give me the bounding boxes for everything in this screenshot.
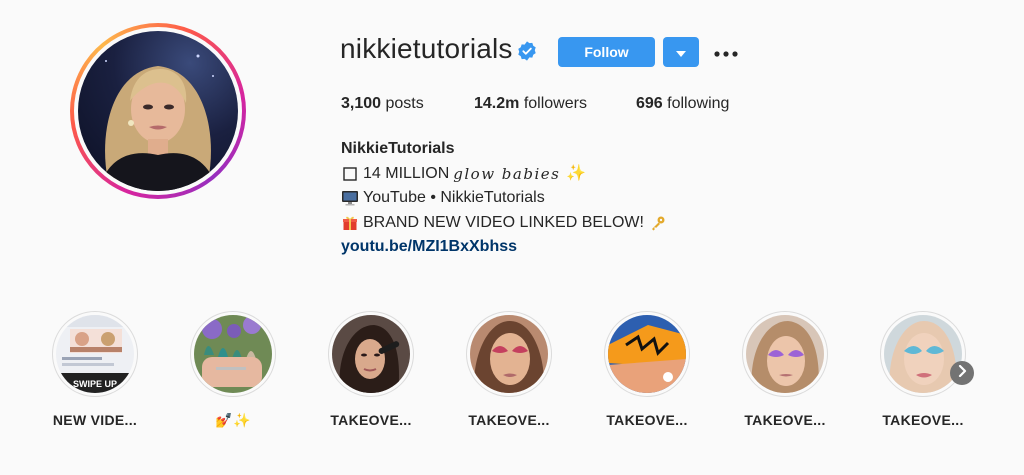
- triangle-down-icon: [676, 45, 686, 60]
- chevron-right-icon: [957, 364, 967, 382]
- profile-page: nikkietutorials Follow 3,100 posts 14.2m: [0, 0, 1024, 475]
- bio-line-2-text: YouTube • NikkieTutorials: [363, 189, 545, 206]
- bio-line-3: BRAND NEW VIDEO LINKED BELOW!: [341, 211, 671, 236]
- bio-external-link[interactable]: youtu.be/MZI1BxXbhss: [341, 238, 517, 255]
- following-label: following: [667, 95, 730, 112]
- highlight-label: TAKEOVE...: [606, 412, 688, 428]
- following-link[interactable]: 696 following: [636, 95, 729, 113]
- suggested-accounts-button[interactable]: [663, 37, 699, 67]
- posts-count: 3,100 posts: [341, 95, 424, 113]
- follow-button[interactable]: Follow: [558, 37, 655, 67]
- highlight-cover: [194, 315, 272, 393]
- highlight-cover: [470, 315, 548, 393]
- highlight-label: TAKEOVE...: [744, 412, 826, 428]
- more-options-button[interactable]: [710, 38, 742, 66]
- highlight-item[interactable]: SWIPE UP NEW VIDE...: [40, 311, 150, 428]
- ellipsis-icon: [714, 45, 738, 60]
- highlights-next-button[interactable]: [950, 361, 974, 385]
- highlight-item[interactable]: TAKEOVE...: [454, 311, 564, 428]
- verified-badge-icon: [516, 40, 538, 62]
- profile-avatar[interactable]: [70, 23, 246, 199]
- sparkles-icon: ✨: [566, 164, 587, 182]
- display-name: NikkieTutorials: [341, 140, 455, 157]
- highlight-cover: [746, 315, 824, 393]
- highlight-label: TAKEOVE...: [882, 412, 964, 428]
- username: nikkietutorials: [340, 33, 513, 64]
- highlight-item[interactable]: TAKEOVE...: [592, 311, 702, 428]
- bio-line-1-styled: glow babies: [453, 164, 561, 183]
- highlight-cover: [332, 315, 410, 393]
- profile-bio: NikkieTutorials 14 MILLION glow babies ✨…: [341, 137, 671, 260]
- highlight-item[interactable]: TAKEOVE...: [316, 311, 426, 428]
- key-icon: [649, 214, 667, 232]
- bio-line-1: 14 MILLION glow babies ✨: [341, 162, 671, 187]
- bio-line-3-text: BRAND NEW VIDEO LINKED BELOW!: [363, 213, 644, 231]
- bio-line-2: YouTube • NikkieTutorials: [341, 186, 671, 211]
- highlight-label: TAKEOVE...: [330, 412, 412, 428]
- highlight-item[interactable]: TAKEOVE...: [730, 311, 840, 428]
- desktop-computer-icon: [341, 189, 359, 207]
- bio-line-1-text: 14 MILLION: [363, 164, 450, 182]
- followers-link[interactable]: 14.2m followers: [474, 95, 587, 113]
- highlight-label: 💅✨: [215, 412, 251, 428]
- svg-text:SWIPE UP: SWIPE UP: [73, 379, 117, 389]
- profile-photo: [78, 31, 238, 191]
- highlight-cover: SWIPE UP: [56, 315, 134, 393]
- gift-icon: [341, 214, 359, 232]
- highlight-cover: [608, 315, 686, 393]
- followers-number: 14.2m: [474, 95, 520, 112]
- story-highlights: SWIPE UP NEW VIDE... 💅✨ TAKEOVE... TAKEO…: [0, 311, 1024, 451]
- highlight-cover: [884, 315, 962, 393]
- highlight-item[interactable]: 💅✨: [178, 311, 288, 429]
- posts-number: 3,100: [341, 95, 382, 112]
- posts-label: posts: [385, 95, 424, 112]
- highlight-label: NEW VIDE...: [52, 412, 138, 428]
- highlight-label: TAKEOVE...: [468, 412, 550, 428]
- followers-label: followers: [523, 95, 587, 112]
- white-square-icon: [341, 165, 359, 183]
- following-number: 696: [636, 95, 663, 112]
